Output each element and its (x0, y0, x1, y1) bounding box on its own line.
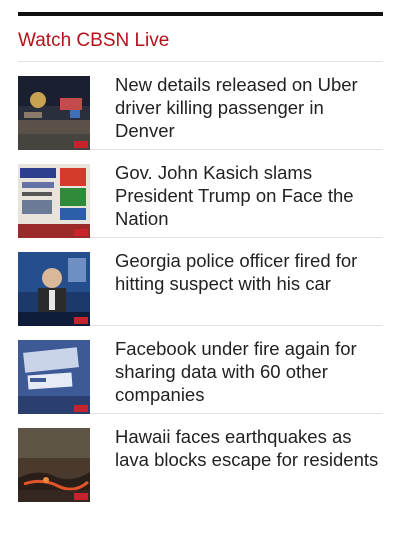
cbs-logo-tag (74, 317, 88, 324)
story-item[interactable]: Georgia police officer fired for hitting… (18, 238, 383, 326)
story-headline[interactable]: Gov. John Kasich slams President Trump o… (115, 161, 380, 230)
night-crime-scene-thumbnail[interactable] (18, 76, 90, 150)
cbs-logo-tag (74, 493, 88, 500)
cbsn-widget: Watch CBSN Live New details released on … (18, 12, 383, 502)
newspaper-collage-thumbnail[interactable] (18, 164, 90, 238)
watch-cbsn-live-link[interactable]: Watch CBSN Live (18, 26, 169, 52)
widget-header: Watch CBSN Live (18, 16, 383, 62)
story-headline[interactable]: Hawaii faces earthquakes as lava blocks … (115, 425, 380, 471)
facebook-screen-thumbnail[interactable] (18, 340, 90, 414)
story-headline[interactable]: New details released on Uber driver kill… (115, 73, 380, 142)
story-item[interactable]: Facebook under fire again for sharing da… (18, 326, 383, 414)
cbs-logo-tag (74, 405, 88, 412)
story-item[interactable]: Gov. John Kasich slams President Trump o… (18, 150, 383, 238)
story-item[interactable]: Hawaii faces earthquakes as lava blocks … (18, 414, 383, 502)
news-anchor-thumbnail[interactable] (18, 252, 90, 326)
story-headline[interactable]: Georgia police officer fired for hitting… (115, 249, 380, 295)
story-item[interactable]: New details released on Uber driver kill… (18, 62, 383, 150)
cbs-logo-tag (74, 229, 88, 236)
cbs-logo-tag (74, 141, 88, 148)
lava-flow-thumbnail[interactable] (18, 428, 90, 502)
story-headline[interactable]: Facebook under fire again for sharing da… (115, 337, 380, 406)
